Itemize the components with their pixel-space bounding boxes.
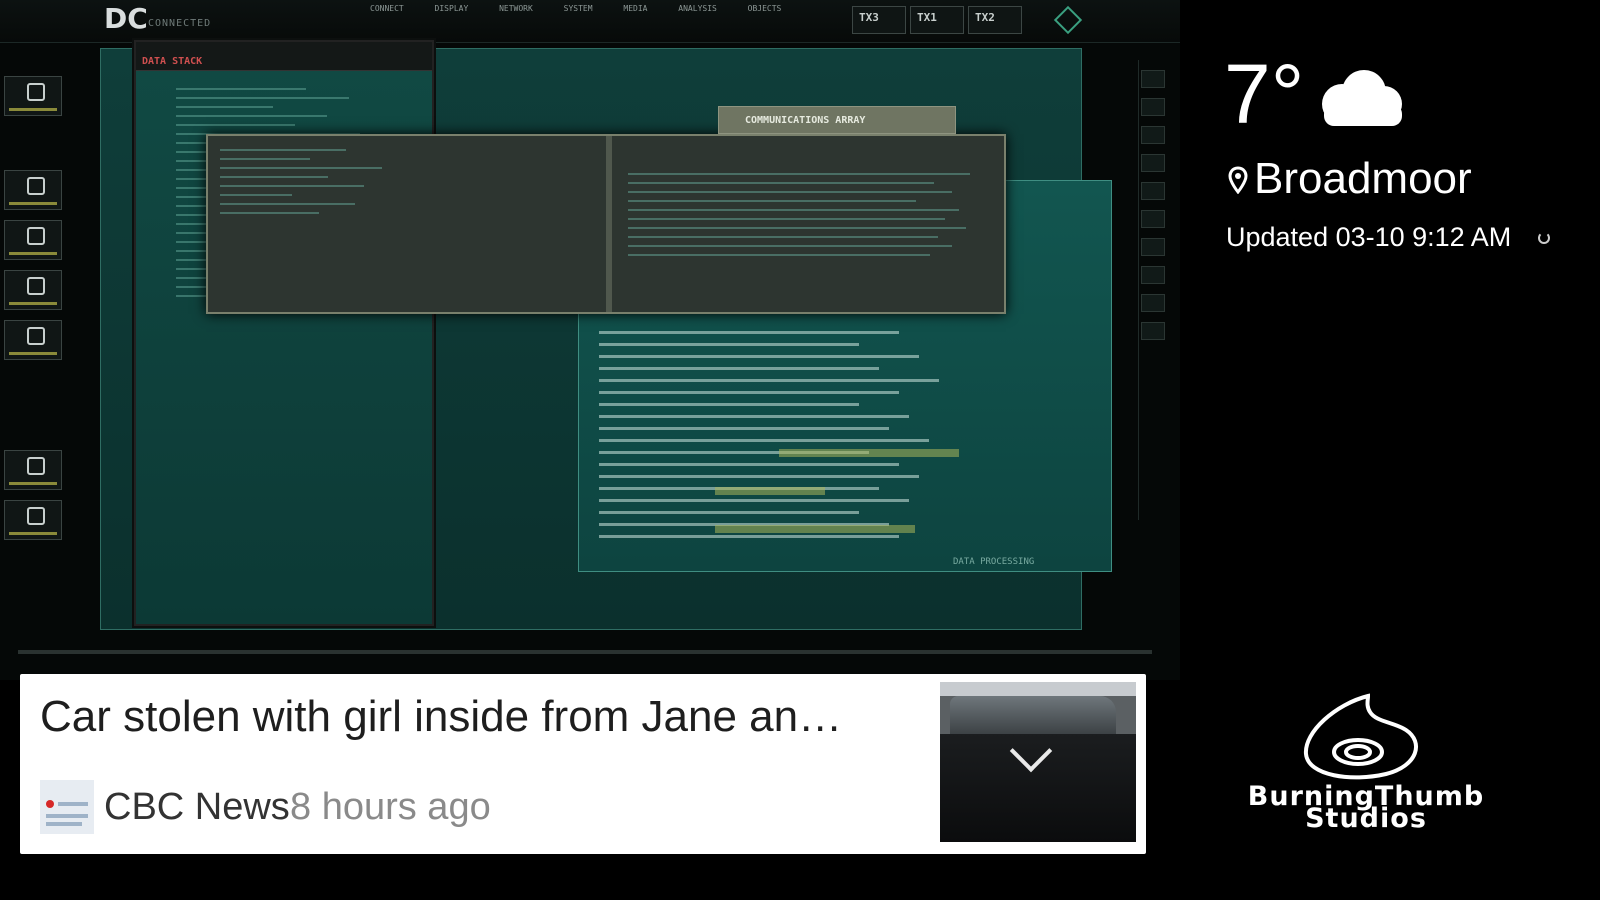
hud-menu-item: DISPLAY bbox=[434, 4, 469, 13]
hud-menu-item: SYSTEM bbox=[563, 4, 593, 13]
refresh-icon[interactable] bbox=[1538, 232, 1550, 244]
news-source-logo bbox=[40, 780, 94, 834]
hud-side-button bbox=[4, 450, 62, 490]
hud-menu-item: CONNECT bbox=[370, 4, 404, 13]
hud-topbar: DC CONNECTED CONNECT DISPLAY NETWORK SYS… bbox=[0, 0, 1180, 43]
hud-side-button bbox=[4, 500, 62, 540]
hud-side-button bbox=[4, 170, 62, 210]
hud-wallpaper: DC CONNECTED CONNECT DISPLAY NETWORK SYS… bbox=[0, 0, 1180, 680]
hud-logo: DC bbox=[104, 2, 148, 35]
hud-menu-item: OBJECTS bbox=[747, 4, 782, 13]
weather-temperature: 7° bbox=[1224, 47, 1305, 141]
hud-data-stack-label: DATA STACK bbox=[142, 56, 203, 67]
hud-data-stack-panel: DATA STACK bbox=[134, 40, 434, 626]
hud-menu: CONNECT DISPLAY NETWORK SYSTEM MEDIA ANA… bbox=[370, 4, 807, 13]
location-pin-icon bbox=[1228, 166, 1248, 194]
hud-tx-box: TX2 bbox=[968, 6, 1022, 34]
hud-tx-box: TX3 bbox=[852, 6, 906, 34]
hud-side-button bbox=[4, 320, 62, 360]
brand-text: BurningThumb Studios bbox=[1196, 783, 1536, 834]
hud-comm-array-tab: COMMUNICATIONS ARRAY bbox=[718, 106, 956, 134]
weather-location[interactable]: Broadmoor bbox=[1254, 154, 1472, 204]
news-source-name: CBC News bbox=[104, 786, 290, 828]
hud-diamond-icon bbox=[1053, 5, 1083, 35]
hud-menu-item: ANALYSIS bbox=[678, 4, 717, 13]
hud-status: CONNECTED bbox=[148, 18, 212, 29]
hud-right-strip bbox=[1138, 60, 1165, 520]
hud-side-button bbox=[4, 220, 62, 260]
hud-side-button bbox=[4, 76, 62, 116]
news-timestamp: 8 hours ago bbox=[290, 786, 491, 828]
cloud-icon bbox=[1322, 70, 1402, 126]
news-card[interactable]: Car stolen with girl inside from Jane an… bbox=[20, 674, 1146, 854]
hud-data-processing-label: DATA PROCESSING bbox=[953, 557, 1035, 567]
hud-menu-item: MEDIA bbox=[623, 4, 648, 13]
hud-side-button bbox=[4, 270, 62, 310]
hud-comm-array-window bbox=[206, 134, 1006, 314]
hud-tx-box: TX1 bbox=[910, 6, 964, 34]
brand-line-2: Studios bbox=[1305, 803, 1427, 834]
hud-menu-item: NETWORK bbox=[499, 4, 533, 13]
news-thumbnail[interactable] bbox=[940, 682, 1136, 842]
weather-updated: Updated 03-10 9:12 AM bbox=[1226, 222, 1512, 252]
flame-logo-icon bbox=[1303, 693, 1418, 780]
news-headline[interactable]: Car stolen with girl inside from Jane an… bbox=[40, 692, 920, 742]
hud-bottom-strip bbox=[18, 650, 1152, 654]
